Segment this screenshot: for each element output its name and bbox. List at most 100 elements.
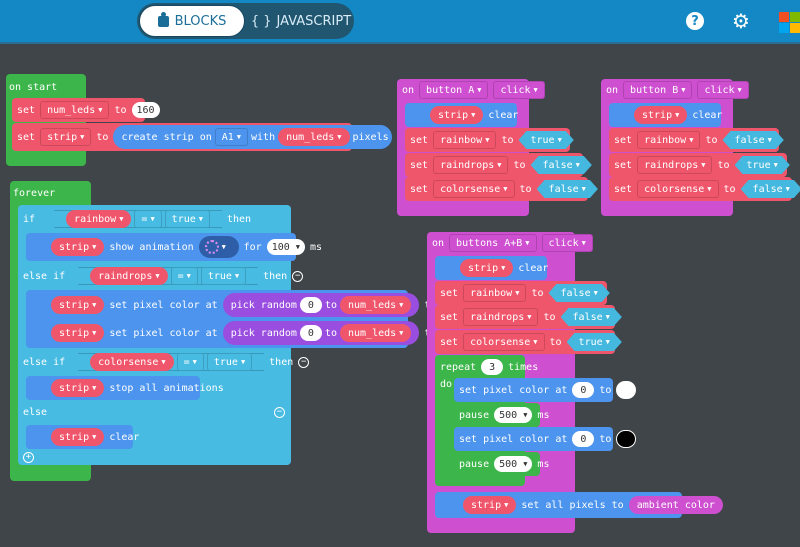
boolean-dropdown[interactable]: true ▼	[518, 131, 573, 149]
set-strip-row: set strip ▼ to create strip on A1 ▼ with n…	[12, 123, 392, 151]
variable-dropdown[interactable]: raindrops ▼	[433, 156, 509, 174]
variable-dropdown[interactable]: rainbow ▼	[637, 131, 701, 149]
boolean-dropdown[interactable]: true ▼	[164, 210, 210, 228]
tab-javascript[interactable]: { } JAVASCRIPT	[249, 5, 353, 37]
set-pixel-black-row: strip ▼ set pixel color at pick random 0 …	[46, 320, 462, 346]
compare-block[interactable]: raindrops ▼ = ▼ true ▼	[78, 267, 259, 285]
remove-branch-icon[interactable]: −	[298, 356, 310, 368]
number-input[interactable]: 0	[299, 325, 322, 341]
raindrops-reporter[interactable]: raindrops ▼	[90, 267, 168, 285]
help-icon[interactable]: ?	[686, 12, 704, 30]
strip-dropdown[interactable]: strip ▼	[51, 238, 105, 256]
event-dropdown[interactable]: click ▼	[697, 81, 749, 99]
pause-keyword: pause	[459, 458, 490, 470]
to-keyword: to	[717, 159, 730, 171]
boolean-dropdown[interactable]: false ▼	[537, 180, 598, 198]
strip-dropdown[interactable]: strip ▼	[51, 428, 105, 446]
logo-square-yellow	[790, 23, 800, 33]
compare-block[interactable]: rainbow ▼ = ▼ true ▼	[54, 210, 222, 228]
boolean-dropdown[interactable]: true ▼	[567, 333, 622, 351]
variable-dropdown[interactable]: rainbow ▼	[463, 284, 527, 302]
rainbow-reporter[interactable]: rainbow ▼	[66, 210, 132, 228]
top-bar: BLOCKS { } JAVASCRIPT ? ⚙	[0, 0, 800, 44]
num-leds-reporter[interactable]: num_leds ▼	[278, 128, 350, 146]
variable-dropdown[interactable]: raindrops ▼	[463, 308, 539, 326]
variable-dropdown[interactable]: strip ▼	[40, 128, 92, 146]
strip-dropdown[interactable]: strip ▼	[430, 106, 484, 124]
show-animation-row: strip ▼ show animation ▼ for 100 ▼ ms	[46, 233, 322, 261]
boolean-dropdown[interactable]: false ▼	[531, 156, 592, 174]
num-leds-reporter[interactable]: num_leds ▼	[339, 324, 412, 342]
for-keyword: for	[243, 241, 262, 253]
then-keyword: then	[226, 213, 252, 225]
pin-dropdown[interactable]: A1 ▼	[214, 128, 249, 146]
boolean-dropdown[interactable]: true ▼	[200, 267, 247, 285]
color-swatch-black[interactable]	[616, 430, 637, 448]
pause-dropdown[interactable]: 500 ▼	[494, 456, 533, 472]
variable-dropdown[interactable]: colorsense ▼	[637, 180, 719, 198]
set-keyword: set	[17, 131, 36, 143]
boolean-dropdown[interactable]: false ▼	[561, 308, 622, 326]
on-keyword: on	[432, 237, 445, 249]
variable-dropdown[interactable]: num_leds ▼	[40, 101, 110, 119]
microsoft-logo[interactable]	[779, 12, 800, 33]
create-strip-block[interactable]: create strip on A1 ▼ with num_leds ▼ pixel…	[113, 125, 392, 149]
boolean-dropdown[interactable]: false ▼	[741, 180, 800, 198]
strip-dropdown[interactable]: strip ▼	[634, 106, 688, 124]
strip-dropdown[interactable]: strip ▼	[51, 296, 105, 314]
set-rainbow-row: set rainbow ▼ to false ▼	[435, 281, 610, 305]
operator-dropdown[interactable]: = ▼	[170, 267, 198, 285]
animation-picker[interactable]: ▼	[198, 236, 239, 258]
button-dropdown[interactable]: button B ▼	[623, 81, 693, 99]
repeat-count-input[interactable]: 3	[481, 359, 504, 375]
color-swatch-white[interactable]	[616, 381, 637, 399]
variable-dropdown[interactable]: rainbow ▼	[433, 131, 497, 149]
remove-else-icon[interactable]: −	[274, 406, 285, 418]
pick-random-block[interactable]: pick random 0 to num_leds ▼	[222, 293, 420, 317]
colorsense-reporter[interactable]: colorsense ▼	[90, 353, 174, 371]
set-raindrops-row: set raindrops ▼ to false ▼	[435, 305, 622, 329]
variable-dropdown[interactable]: raindrops ▼	[637, 156, 713, 174]
boolean-dropdown[interactable]: true ▼	[206, 353, 253, 371]
add-branch-icon[interactable]: +	[23, 451, 34, 463]
boolean-dropdown[interactable]: false ▼	[722, 131, 783, 149]
strip-dropdown[interactable]: strip ▼	[51, 324, 105, 342]
number-input[interactable]: 160	[131, 102, 160, 118]
variable-dropdown[interactable]: colorsense ▼	[463, 333, 545, 351]
set-raindrops-row: set raindrops ▼ to false ▼	[405, 153, 592, 177]
on-buttons-ab-header: on buttons A+B ▼ click ▼	[427, 234, 593, 252]
event-dropdown[interactable]: click ▼	[493, 81, 545, 99]
button-dropdown[interactable]: buttons A+B ▼	[449, 234, 537, 252]
index-input[interactable]: 0	[572, 431, 595, 447]
pause-dropdown[interactable]: 500 ▼	[494, 407, 533, 423]
number-input[interactable]: 0	[299, 297, 322, 313]
strip-dropdown[interactable]: strip ▼	[463, 496, 517, 514]
pick-random-block[interactable]: pick random 0 to num_leds ▼	[222, 321, 420, 345]
compare-block[interactable]: colorsense ▼ = ▼ true ▼	[78, 353, 265, 371]
on-keyword: on	[606, 84, 619, 96]
on-keyword: on	[402, 84, 415, 96]
stop-animations-label: stop all animations	[109, 382, 224, 394]
else-if-keyword: else if	[23, 356, 66, 368]
tab-blocks[interactable]: BLOCKS	[139, 5, 245, 37]
duration-dropdown[interactable]: 100 ▼	[266, 239, 305, 255]
boolean-dropdown[interactable]: true ▼	[735, 156, 790, 174]
operator-dropdown[interactable]: = ▼	[176, 353, 204, 371]
button-dropdown[interactable]: button A ▼	[419, 81, 489, 99]
gear-icon[interactable]: ⚙	[731, 9, 751, 33]
event-dropdown[interactable]: click ▼	[541, 234, 593, 252]
set-keyword: set	[410, 134, 429, 146]
else-if-raindrops-row: else if raindrops ▼ = ▼ true ▼ then −	[18, 265, 304, 287]
set-all-pixels-row: strip ▼ set all pixels to ambient color	[458, 492, 723, 518]
boolean-dropdown[interactable]: false ▼	[548, 284, 609, 302]
num-leds-reporter[interactable]: num_leds ▼	[339, 296, 412, 314]
set-colorsense-row: set colorsense ▼ to true ▼	[435, 330, 622, 354]
variable-dropdown[interactable]: colorsense ▼	[433, 180, 515, 198]
strip-dropdown[interactable]: strip ▼	[51, 379, 105, 397]
strip-dropdown[interactable]: strip ▼	[460, 259, 514, 277]
stop-animations-row: strip ▼ stop all animations	[46, 376, 224, 400]
ambient-color-reporter[interactable]: ambient color	[628, 496, 723, 514]
index-input[interactable]: 0	[572, 382, 595, 398]
remove-branch-icon[interactable]: −	[292, 270, 304, 282]
operator-dropdown[interactable]: = ▼	[134, 210, 162, 228]
